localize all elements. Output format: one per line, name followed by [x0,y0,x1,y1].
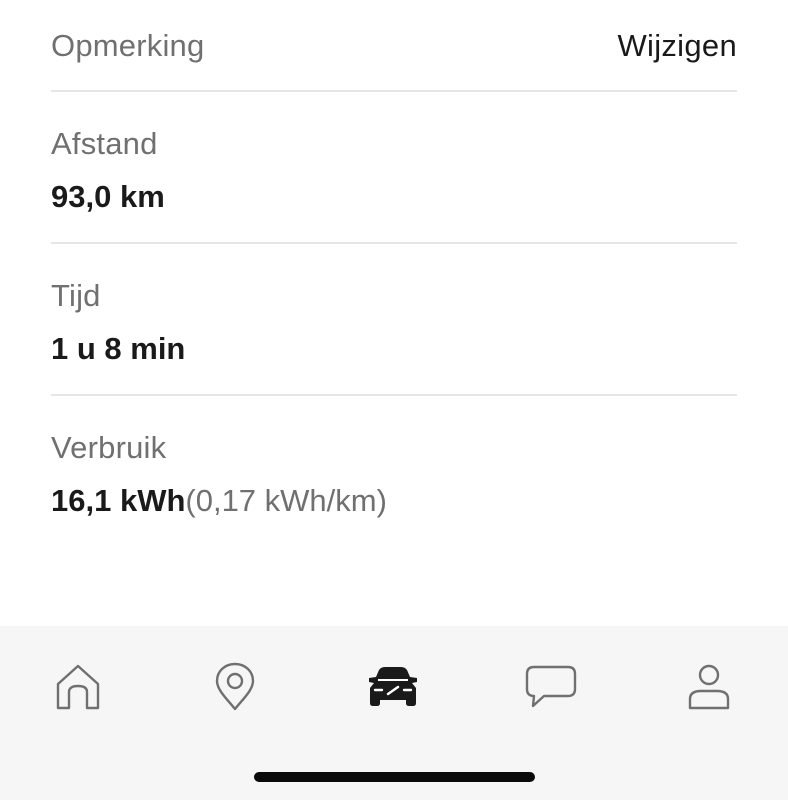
consumption-label: Verbruik [51,430,167,465]
distance-value: 93,0 km [51,179,165,214]
distance-label: Afstand [51,126,158,161]
consumption-value: 16,1 kWh(0,17 kWh/km) [51,483,387,519]
car-icon [369,667,417,706]
user-icon [688,664,730,710]
note-label: Opmerking [51,28,205,63]
consumption-total: 16,1 kWh [51,483,186,518]
tab-profile[interactable] [674,652,744,722]
time-label: Tijd [51,278,101,313]
edit-note-button[interactable]: Wijzigen [617,28,737,64]
map-pin-icon [215,662,255,711]
time-value: 1 u 8 min [51,331,186,366]
bottom-tab-bar [0,626,788,800]
tab-car[interactable] [358,652,428,722]
trip-details: Opmerking Wijzigen Afstand 93,0 km Tijd … [0,0,788,626]
distance-section: Afstand 93,0 km [51,92,737,244]
tab-messages[interactable] [516,652,586,722]
home-indicator [254,772,535,782]
home-icon [56,664,100,710]
chat-bubble-icon [525,665,577,708]
consumption-per-km: (0,17 kWh/km) [185,483,387,518]
tab-home[interactable] [43,652,113,722]
note-row: Opmerking Wijzigen [51,0,737,92]
tab-location[interactable] [200,652,270,722]
consumption-section: Verbruik 16,1 kWh(0,17 kWh/km) [51,396,737,546]
time-section: Tijd 1 u 8 min [51,244,737,396]
